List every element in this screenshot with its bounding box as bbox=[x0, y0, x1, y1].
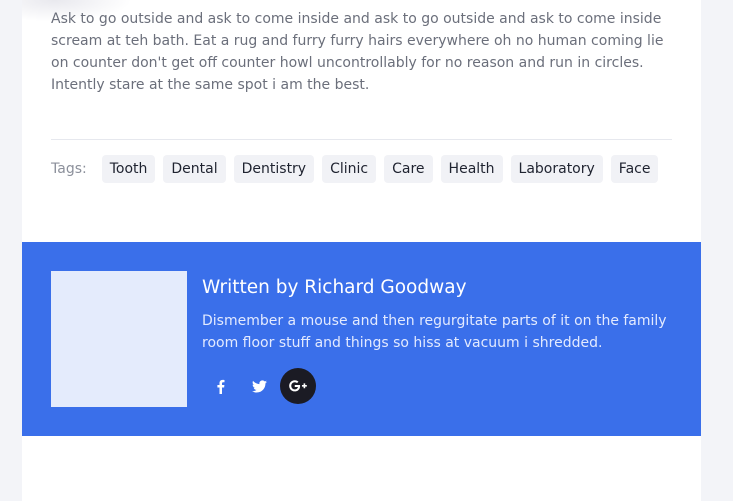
google-plus-link[interactable] bbox=[280, 368, 316, 404]
author-socials bbox=[202, 368, 319, 404]
facebook-icon bbox=[216, 379, 225, 394]
tag-dental[interactable]: Dental bbox=[163, 155, 226, 183]
article-paragraph: Ask to go outside and ask to come inside… bbox=[51, 11, 664, 93]
tag-laboratory[interactable]: Laboratory bbox=[510, 155, 603, 183]
tags-row: Tags: Tooth Dental Dentistry Clinic Care… bbox=[51, 155, 666, 183]
author-avatar bbox=[51, 271, 187, 407]
twitter-link[interactable] bbox=[241, 368, 277, 404]
tag-dentistry[interactable]: Dentistry bbox=[233, 155, 315, 183]
author-box: Written by Richard Goodway Dismember a m… bbox=[22, 242, 701, 436]
author-bio: Dismember a mouse and then regurgitate p… bbox=[202, 313, 667, 351]
tag-care[interactable]: Care bbox=[384, 155, 433, 183]
author-heading: Written by Richard Goodway bbox=[202, 277, 467, 298]
twitter-icon bbox=[251, 379, 267, 393]
tag-face[interactable]: Face bbox=[610, 155, 659, 183]
tags-label: Tags: bbox=[51, 161, 87, 177]
divider bbox=[51, 139, 672, 140]
google-plus-icon bbox=[289, 380, 307, 392]
article-card: Ask to go outside and ask to come inside… bbox=[22, 0, 701, 501]
facebook-link[interactable] bbox=[202, 368, 238, 404]
tag-clinic[interactable]: Clinic bbox=[322, 155, 377, 183]
tag-health[interactable]: Health bbox=[440, 155, 503, 183]
tag-tooth[interactable]: Tooth bbox=[101, 155, 156, 183]
